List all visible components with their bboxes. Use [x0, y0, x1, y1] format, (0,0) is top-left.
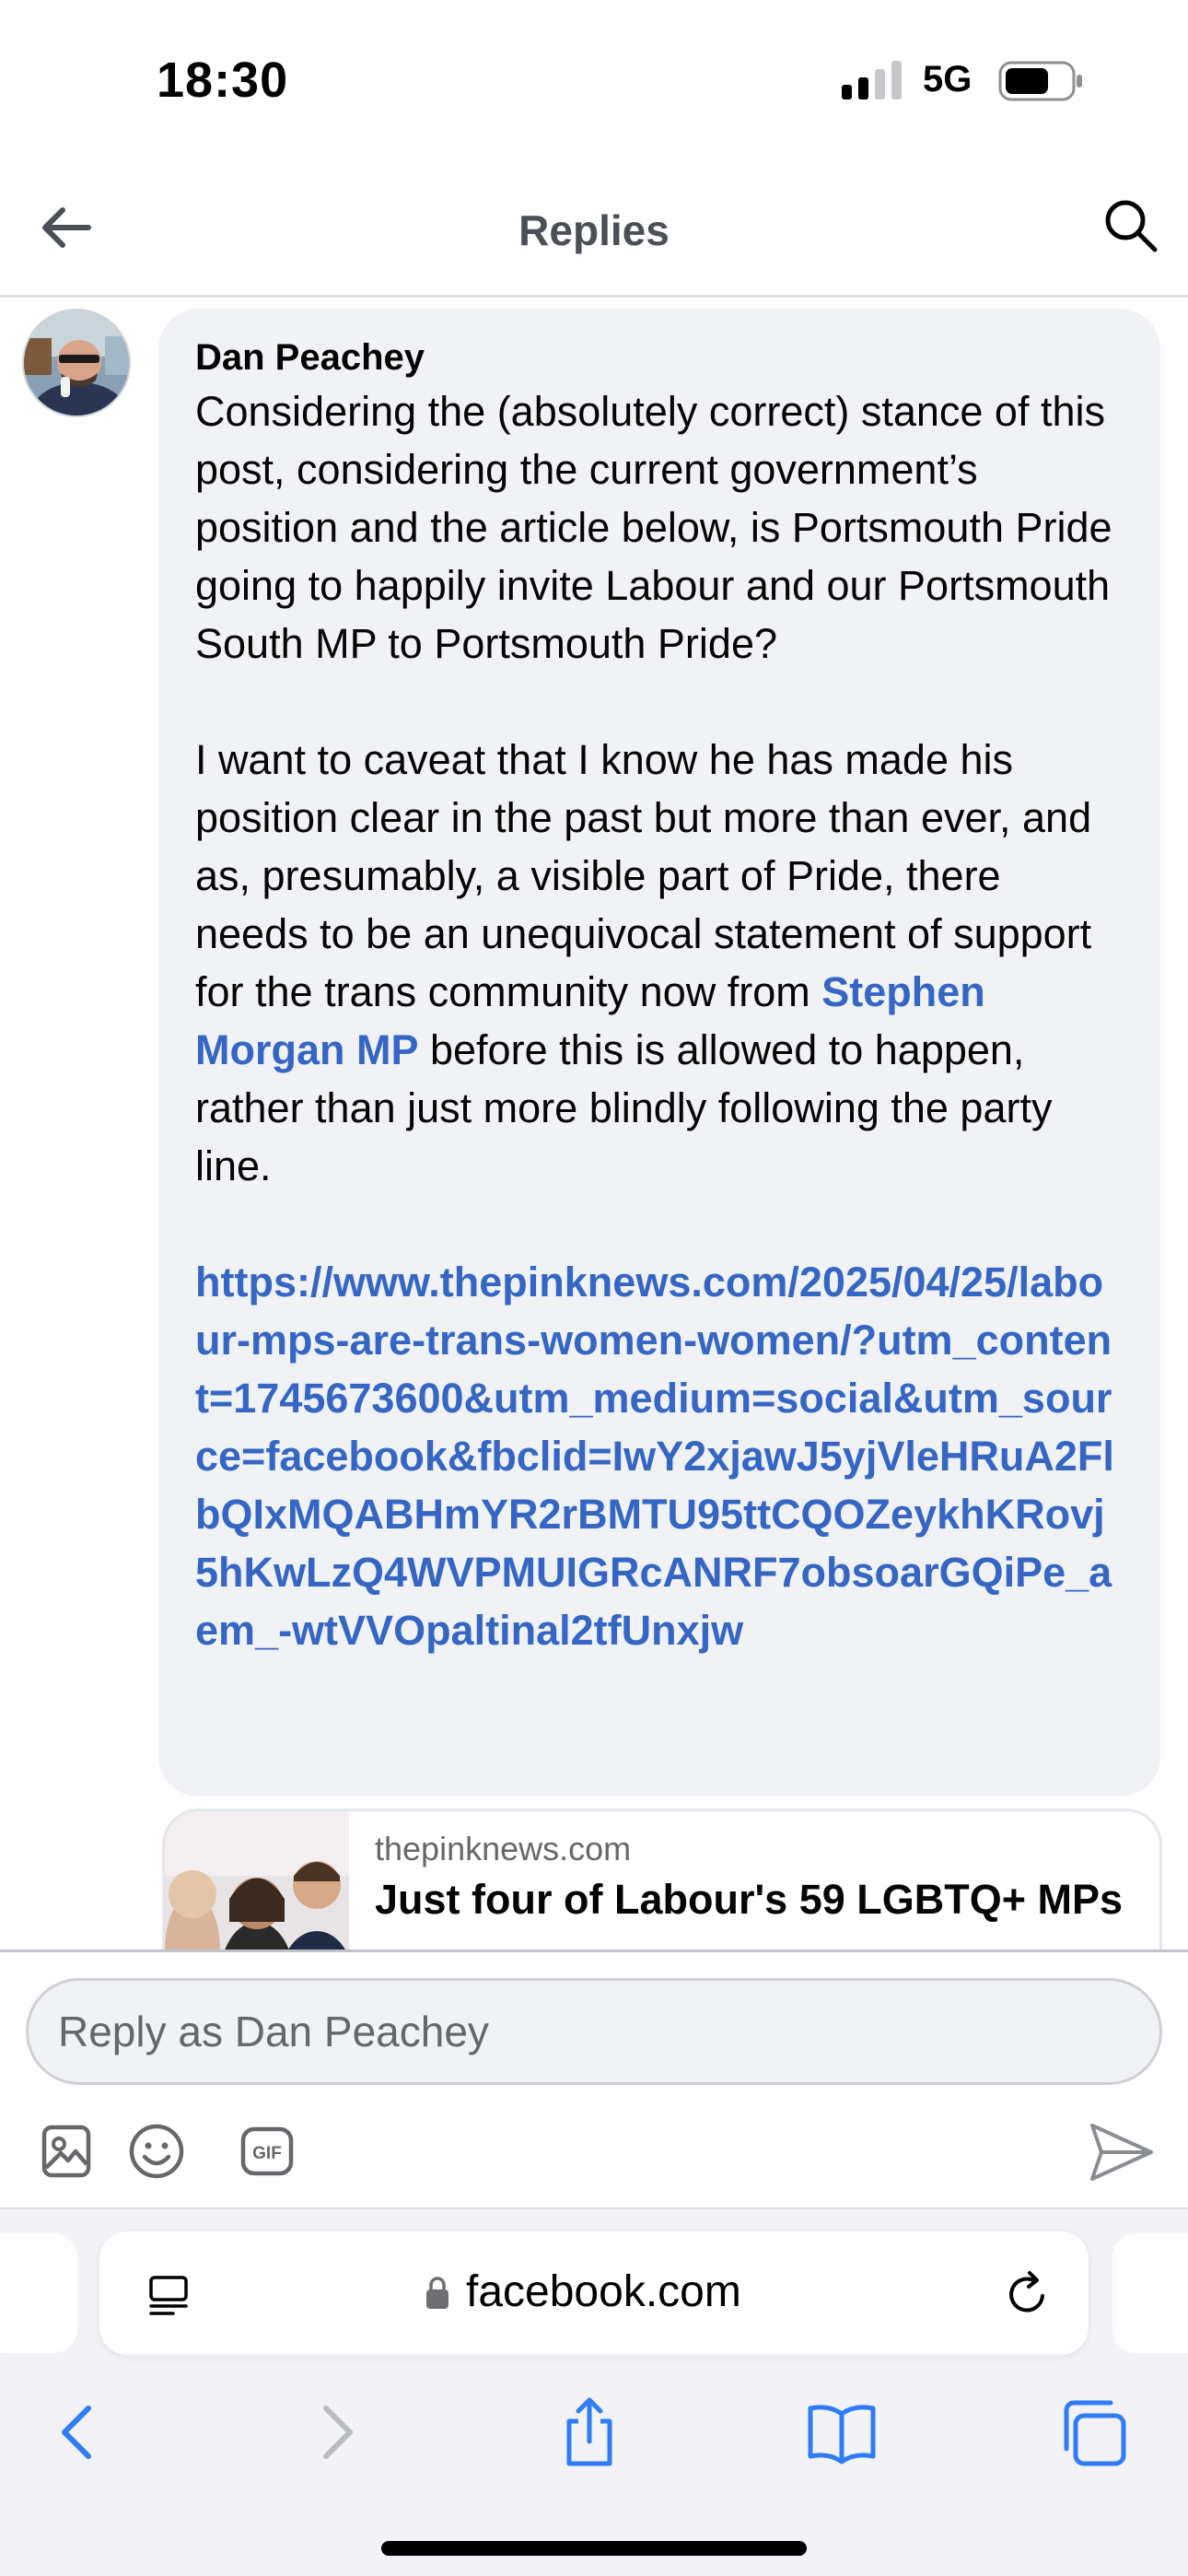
home-indicator[interactable] — [381, 2541, 807, 2556]
emoji-icon[interactable] — [127, 2122, 186, 2181]
replies-thread[interactable]: Dan Peachey Considering the (absolutely … — [0, 298, 1188, 1950]
network-type: 5G — [923, 59, 973, 100]
address-bar[interactable]: facebook.com — [99, 2231, 1089, 2355]
status-time: 18:30 — [157, 53, 289, 108]
avatar[interactable] — [22, 309, 131, 417]
preview-thumbnail — [165, 1811, 349, 1950]
link-preview-card[interactable]: thepinknews.com Just four of Labour's 59… — [162, 1809, 1162, 1950]
share-icon[interactable] — [551, 2394, 628, 2471]
avatar-photo — [24, 310, 129, 416]
reload-icon[interactable] — [1002, 2268, 1054, 2320]
previous-tab-preview[interactable] — [0, 2233, 77, 2353]
preview-domain: thepinknews.com — [375, 1830, 632, 1868]
svg-text:GIF: GIF — [252, 2144, 282, 2163]
gif-icon[interactable]: GIF — [238, 2122, 297, 2181]
send-icon[interactable] — [1087, 2120, 1157, 2184]
next-tab-preview[interactable] — [1112, 2233, 1188, 2353]
lock-icon — [426, 2277, 448, 2309]
comment-paragraph-1: Considering the (absolutely correct) sta… — [195, 388, 1112, 667]
battery-icon — [998, 61, 1082, 101]
url-text[interactable]: facebook.com — [466, 2266, 741, 2317]
comment-paragraph-2: I want to caveat that I know he has made… — [195, 731, 1124, 1195]
comment-author[interactable]: Dan Peachey — [195, 333, 1124, 382]
reply-input[interactable] — [26, 1978, 1162, 2085]
forward-icon[interactable] — [297, 2394, 374, 2471]
page-menu-icon[interactable] — [146, 2272, 192, 2318]
status-bar: 18:30 5G — [0, 0, 1188, 161]
nav-header: Replies — [0, 161, 1188, 298]
browser-toolbar: facebook.com — [0, 2207, 1188, 2576]
back-icon[interactable] — [41, 2394, 118, 2471]
preview-title[interactable]: Just four of Labour's 59 LGBTQ+ MPs — [375, 1876, 1123, 1924]
tabs-icon[interactable] — [1055, 2394, 1133, 2471]
reply-composer: GIF — [0, 1950, 1188, 2207]
photo-icon[interactable] — [37, 2122, 96, 2181]
cellular-signal-icon — [842, 61, 902, 100]
bookmarks-icon[interactable] — [803, 2394, 880, 2471]
page-title: Replies — [518, 206, 670, 254]
comment-text: Considering the (absolutely correct) sta… — [195, 382, 1124, 1659]
search-icon[interactable] — [1101, 196, 1160, 255]
article-link[interactable]: https://www.thepinknews.com/2025/04/25/l… — [195, 1253, 1124, 1659]
comment-bubble[interactable]: Dan Peachey Considering the (absolutely … — [158, 309, 1160, 1797]
